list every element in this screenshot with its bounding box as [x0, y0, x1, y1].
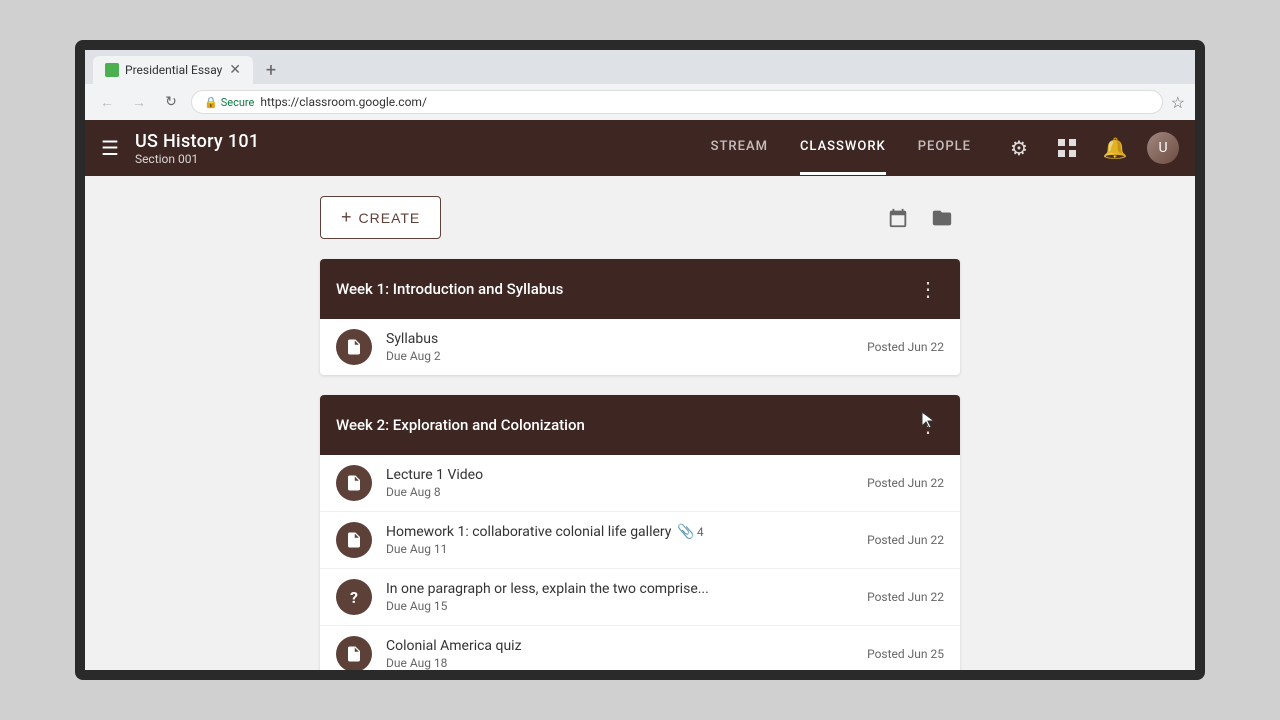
assignment-lecture1-posted: Posted Jun 22 [867, 476, 944, 490]
assignment-homework-icon [336, 522, 372, 558]
assignment-question-icon: ? [336, 579, 372, 615]
assignment-quiz-posted: Posted Jun 25 [867, 647, 944, 661]
assignment-lecture1-info: Lecture 1 Video Due Aug 8 [386, 467, 867, 499]
main-content: + CREATE [85, 176, 1195, 670]
assignment-syllabus-info: Syllabus Due Aug 2 [386, 331, 867, 363]
forward-button[interactable]: → [127, 90, 151, 114]
new-tab-button[interactable]: + [257, 56, 285, 84]
class-name: US History 101 [135, 131, 259, 152]
settings-icon[interactable]: ⚙ [1003, 132, 1035, 164]
assignment-paragraph-name: In one paragraph or less, explain the tw… [386, 581, 867, 597]
tab-favicon [105, 63, 119, 77]
address-bar: ← → ↻ 🔒 Secure https://classroom.google.… [85, 84, 1195, 120]
class-section: Section 001 [135, 152, 259, 166]
assignment-paragraph[interactable]: ? In one paragraph or less, explain the … [320, 569, 960, 626]
week-1-title: Week 1: Introduction and Syllabus [336, 280, 563, 298]
bookmark-button[interactable]: ☆ [1171, 93, 1185, 112]
toolbar-icons [880, 200, 960, 236]
week-section-2: Week 2: Exploration and Colonization ⋮ L… [320, 395, 960, 670]
calendar-view-button[interactable] [880, 200, 916, 236]
week-2-title: Week 2: Exploration and Colonization [336, 416, 585, 434]
url-bar[interactable]: 🔒 Secure https://classroom.google.com/ [191, 90, 1163, 114]
assignment-paragraph-info: In one paragraph or less, explain the tw… [386, 581, 867, 613]
browser-tab[interactable]: Presidential Essay ✕ [93, 56, 253, 84]
secure-badge: 🔒 Secure [204, 96, 254, 109]
week-2-menu-button[interactable]: ⋮ [912, 409, 944, 441]
paperclip-icon: 📎 [677, 524, 694, 540]
folder-button[interactable] [924, 200, 960, 236]
assignment-quiz-due: Due Aug 18 [386, 656, 867, 670]
assignment-homework1-posted: Posted Jun 22 [867, 533, 944, 547]
tab-bar: Presidential Essay ✕ + [85, 50, 1195, 84]
nav-classwork[interactable]: CLASSWORK [800, 121, 886, 175]
classroom-header: ☰ US History 101 Section 001 STREAM CLAS… [85, 120, 1195, 176]
assignment-lecture1-name: Lecture 1 Video [386, 467, 867, 483]
assignment-syllabus[interactable]: Syllabus Due Aug 2 Posted Jun 22 [320, 319, 960, 375]
assignment-quiz-info: Colonial America quiz Due Aug 18 [386, 638, 867, 670]
assignment-homework1-name: Homework 1: collaborative colonial life … [386, 524, 867, 540]
hamburger-icon[interactable]: ☰ [101, 136, 119, 160]
assignment-syllabus-due: Due Aug 2 [386, 349, 867, 363]
week-section-1: Week 1: Introduction and Syllabus ⋮ Syll… [320, 259, 960, 375]
assignment-quiz[interactable]: Colonial America quiz Due Aug 18 Posted … [320, 626, 960, 670]
attachment-badge: 📎 4 [677, 524, 703, 540]
assignment-homework1-info: Homework 1: collaborative colonial life … [386, 524, 867, 556]
url-text: https://classroom.google.com/ [260, 95, 427, 109]
class-title: US History 101 Section 001 [135, 131, 259, 166]
toolbar: + CREATE [320, 196, 960, 239]
page-content: ☰ US History 101 Section 001 STREAM CLAS… [85, 120, 1195, 670]
attachment-count: 4 [697, 525, 704, 539]
content-wrapper: + CREATE [320, 196, 960, 670]
week-2-header: Week 2: Exploration and Colonization ⋮ [320, 395, 960, 455]
week-1-header: Week 1: Introduction and Syllabus ⋮ [320, 259, 960, 319]
create-label: CREATE [359, 210, 421, 226]
refresh-button[interactable]: ↻ [159, 90, 183, 114]
assignment-doc-icon [336, 329, 372, 365]
assignment-syllabus-posted: Posted Jun 22 [867, 340, 944, 354]
lock-icon: 🔒 [204, 96, 218, 109]
header-nav: STREAM CLASSWORK PEOPLE [711, 121, 971, 175]
avatar-image: U [1147, 132, 1179, 164]
assignment-syllabus-name: Syllabus [386, 331, 867, 347]
nav-people[interactable]: PEOPLE [918, 121, 971, 175]
nav-stream[interactable]: STREAM [711, 121, 768, 175]
assignment-lecture1[interactable]: Lecture 1 Video Due Aug 8 Posted Jun 22 [320, 455, 960, 512]
back-button[interactable]: ← [95, 90, 119, 114]
tab-title: Presidential Essay [125, 63, 222, 77]
assignment-homework1[interactable]: Homework 1: collaborative colonial life … [320, 512, 960, 569]
header-icons: ⚙ 🔔 U [1003, 132, 1179, 164]
assignment-quiz-name: Colonial America quiz [386, 638, 867, 654]
create-button[interactable]: + CREATE [320, 196, 441, 239]
assignment-quiz-icon [336, 636, 372, 670]
apps-grid-icon[interactable] [1051, 132, 1083, 164]
tab-close-button[interactable]: ✕ [229, 62, 241, 78]
assignment-paragraph-posted: Posted Jun 22 [867, 590, 944, 604]
avatar[interactable]: U [1147, 132, 1179, 164]
bell-icon[interactable]: 🔔 [1099, 132, 1131, 164]
assignment-paragraph-due: Due Aug 15 [386, 599, 867, 613]
week-1-menu-button[interactable]: ⋮ [912, 273, 944, 305]
assignment-lecture-icon [336, 465, 372, 501]
create-plus-icon: + [341, 207, 353, 228]
browser-chrome: Presidential Essay ✕ + ← → ↻ 🔒 Secure ht… [85, 50, 1195, 120]
secure-label: Secure [221, 96, 255, 109]
monitor: Presidential Essay ✕ + ← → ↻ 🔒 Secure ht… [75, 40, 1205, 680]
assignment-homework1-due: Due Aug 11 [386, 542, 867, 556]
assignment-lecture1-due: Due Aug 8 [386, 485, 867, 499]
